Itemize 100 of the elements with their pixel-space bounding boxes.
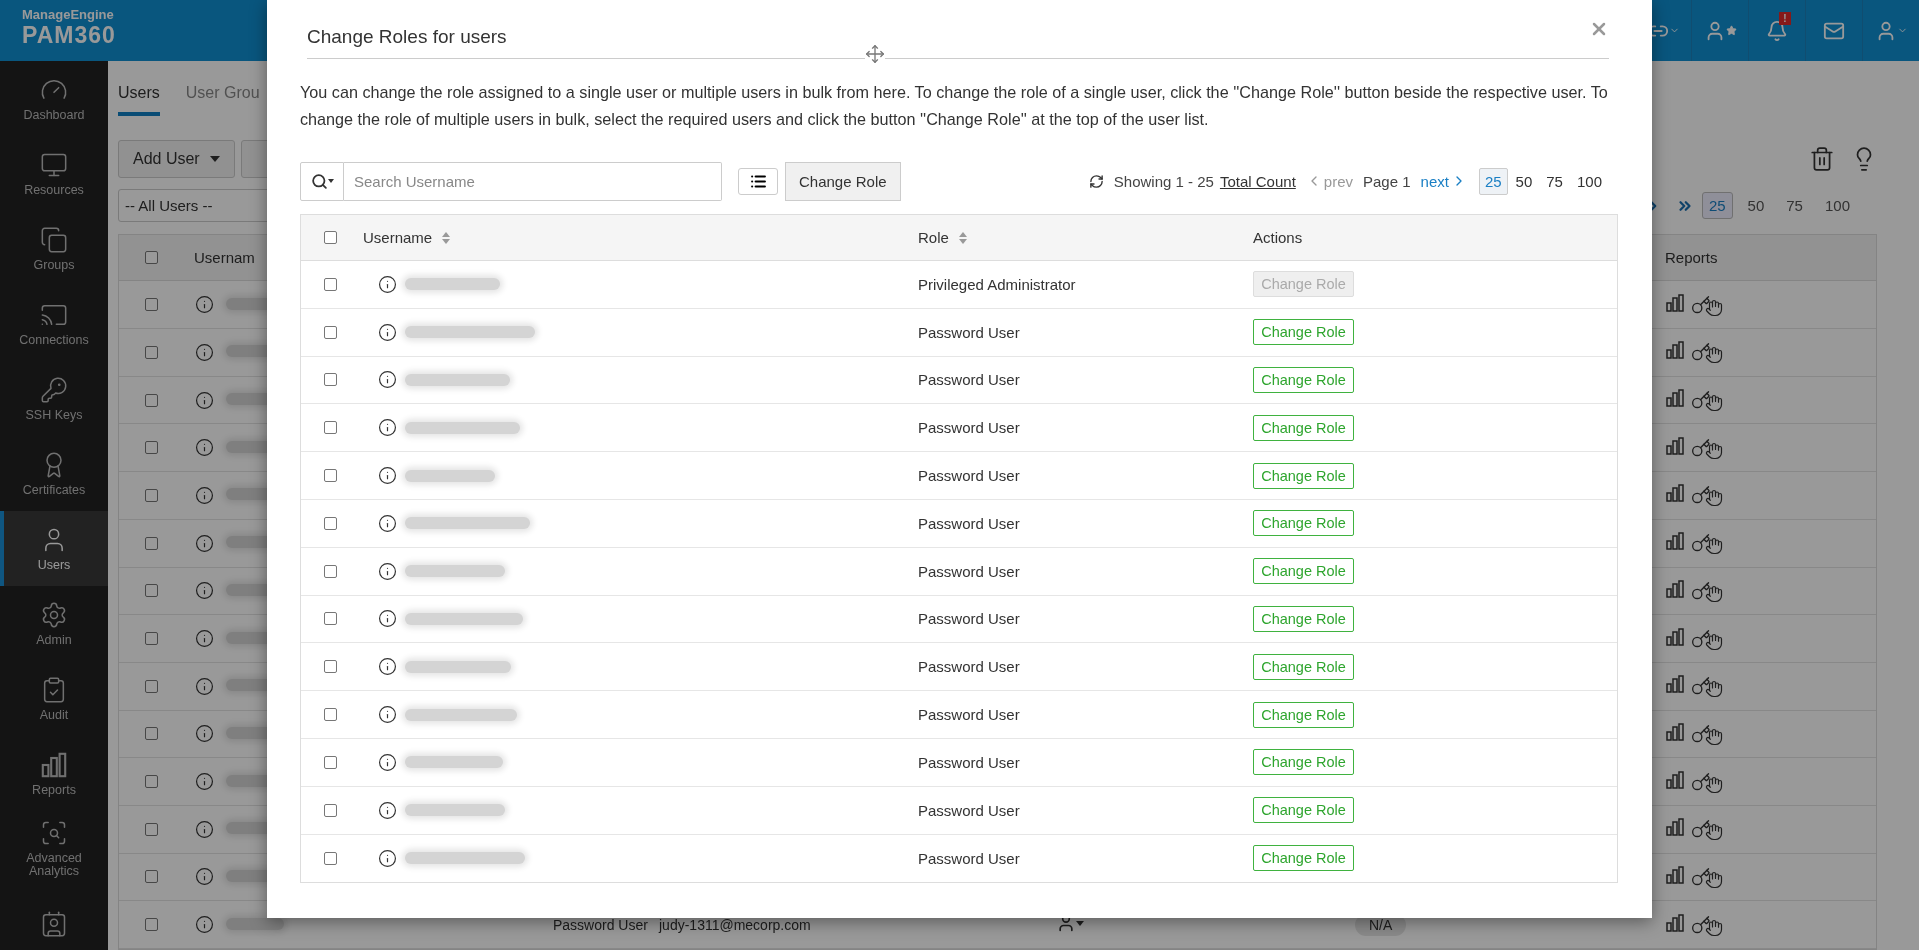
bell-icon[interactable]	[1766, 19, 1788, 42]
info-icon[interactable]	[378, 513, 397, 533]
key-hand-icon[interactable]	[1691, 483, 1723, 508]
list-view-button[interactable]	[738, 167, 778, 195]
info-icon[interactable]	[195, 772, 214, 792]
sidebar-item[interactable]: Dashboard	[0, 61, 108, 136]
checkbox[interactable]	[323, 851, 337, 865]
page-size-option[interactable]: 50	[1740, 192, 1772, 220]
checkbox[interactable]	[144, 870, 158, 884]
checkbox[interactable]	[323, 421, 337, 435]
add-user-button[interactable]: Add User	[118, 140, 235, 179]
info-icon[interactable]	[378, 561, 397, 581]
bar-chart-icon[interactable]	[1665, 626, 1685, 647]
bar-chart-icon[interactable]	[1665, 388, 1685, 409]
sidebar-item[interactable]: SSH Keys	[0, 361, 108, 436]
info-icon[interactable]	[195, 819, 214, 839]
checkbox[interactable]	[323, 755, 337, 769]
checkbox[interactable]	[144, 536, 158, 550]
info-icon[interactable]	[195, 533, 214, 553]
change-role-button[interactable]: Change Role	[1253, 367, 1354, 393]
info-icon[interactable]	[378, 848, 397, 868]
checkbox[interactable]	[323, 612, 337, 626]
search-field[interactable]: Search Username	[344, 161, 722, 201]
sidebar-item[interactable]: Groups	[0, 211, 108, 286]
checkbox[interactable]	[144, 298, 158, 312]
checkbox[interactable]	[323, 469, 337, 483]
page-size-option[interactable]: 25	[1701, 192, 1733, 220]
checkbox[interactable]	[323, 564, 337, 578]
info-icon[interactable]	[195, 342, 214, 362]
page-size-option[interactable]: 100	[1817, 192, 1857, 220]
bar-chart-icon[interactable]	[1665, 817, 1685, 838]
sidebar-item[interactable]: Audit	[0, 661, 108, 736]
bar-chart-icon[interactable]	[1665, 674, 1685, 695]
info-icon[interactable]	[378, 418, 397, 438]
change-role-button[interactable]: Change Role	[1253, 414, 1354, 441]
info-icon[interactable]	[378, 274, 397, 294]
key-hand-icon[interactable]	[1691, 340, 1723, 365]
bar-chart-icon[interactable]	[1665, 531, 1685, 552]
checkbox[interactable]	[144, 584, 158, 598]
key-hand-icon[interactable]	[1691, 674, 1723, 699]
checkbox[interactable]	[323, 516, 337, 530]
info-icon[interactable]	[378, 752, 397, 772]
checkbox[interactable]	[144, 488, 158, 502]
change-role-button[interactable]: Change Role	[1253, 558, 1354, 585]
bar-chart-icon[interactable]	[1665, 483, 1685, 504]
info-icon[interactable]	[195, 485, 214, 505]
sidebar-item[interactable]: Admin	[0, 586, 108, 661]
refresh-icon[interactable]	[1088, 173, 1104, 189]
bar-chart-icon[interactable]	[1665, 864, 1685, 885]
key-hand-icon[interactable]	[1691, 531, 1723, 556]
sort-icon[interactable]	[958, 231, 967, 244]
change-role-button[interactable]: Change Role	[1253, 701, 1354, 728]
bar-chart-icon[interactable]	[1665, 292, 1685, 313]
checkbox[interactable]	[323, 325, 337, 339]
info-icon[interactable]	[378, 705, 397, 725]
column-header[interactable]: Role	[918, 229, 949, 246]
info-icon[interactable]	[195, 390, 214, 410]
tab[interactable]: Users	[118, 84, 160, 117]
checkbox[interactable]	[144, 441, 158, 455]
bar-chart-icon[interactable]	[1665, 769, 1685, 790]
change-role-button[interactable]: Change Role	[1253, 605, 1354, 632]
info-icon[interactable]	[195, 581, 214, 601]
key-hand-icon[interactable]	[1691, 817, 1723, 842]
info-icon[interactable]	[378, 466, 397, 486]
checkbox[interactable]	[144, 918, 158, 932]
page-size-option[interactable]: 75	[1540, 167, 1569, 195]
info-icon[interactable]	[378, 370, 397, 390]
checkbox[interactable]	[144, 345, 158, 359]
checkbox[interactable]	[323, 803, 337, 817]
info-icon[interactable]	[195, 676, 214, 696]
sidebar-item[interactable]: Resources	[0, 136, 108, 211]
tab[interactable]: User Grou	[185, 84, 260, 117]
bar-chart-icon[interactable]	[1665, 340, 1685, 361]
checkbox[interactable]	[144, 251, 158, 265]
sidebar-item[interactable]: Certificates	[0, 436, 108, 511]
checkbox[interactable]	[144, 775, 158, 789]
info-icon[interactable]	[378, 800, 397, 820]
info-icon[interactable]	[195, 867, 214, 887]
change-role-button[interactable]: Change Role	[1253, 797, 1354, 824]
change-role-button[interactable]: Change Role	[1253, 319, 1354, 346]
page-size-option[interactable]: 100	[1570, 167, 1608, 195]
page-size-option[interactable]: 25	[1478, 167, 1508, 195]
select-all-checkbox[interactable]	[323, 231, 337, 244]
info-icon[interactable]	[195, 629, 214, 649]
bar-chart-icon[interactable]	[1665, 721, 1685, 742]
change-role-button[interactable]: Change Role	[1253, 510, 1354, 537]
checkbox[interactable]	[144, 727, 158, 741]
info-icon[interactable]	[195, 724, 214, 744]
bar-chart-icon[interactable]	[1665, 435, 1685, 456]
search-options-button[interactable]	[300, 161, 344, 201]
sidebar-item[interactable]: Advanced Analytics	[0, 811, 108, 886]
next-link[interactable]: next	[1420, 172, 1467, 190]
change-role-button[interactable]: Change Role	[1253, 845, 1354, 872]
total-count-link[interactable]: Total Count	[1219, 172, 1296, 190]
sort-icon[interactable]	[442, 231, 451, 244]
checkbox[interactable]	[323, 373, 337, 387]
bar-chart-icon[interactable]	[1665, 912, 1685, 933]
change-role-button[interactable]: Change Role	[1253, 653, 1354, 680]
info-icon[interactable]	[378, 657, 397, 677]
key-hand-icon[interactable]	[1691, 388, 1723, 413]
